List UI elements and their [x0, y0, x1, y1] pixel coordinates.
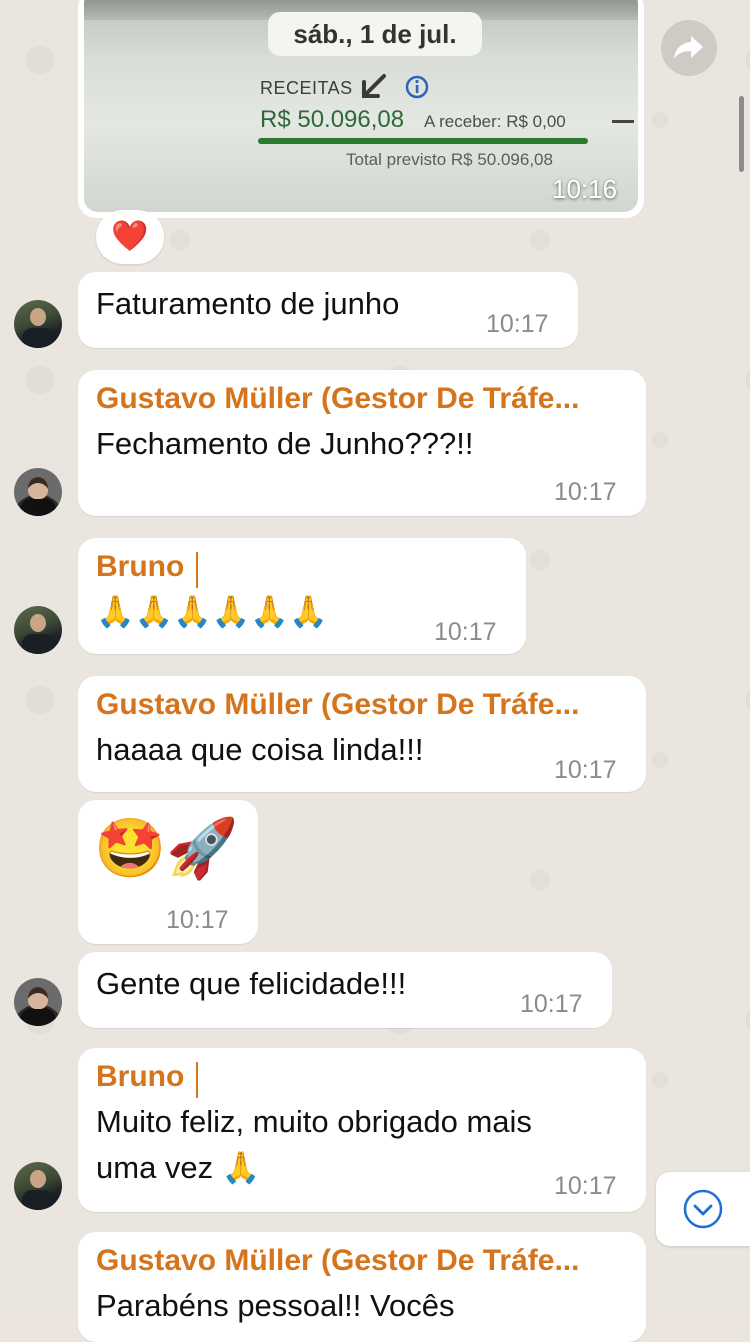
sender-name[interactable]: Bruno	[96, 550, 184, 584]
message-text: haaaa que coisa linda!!!	[96, 732, 424, 767]
message-text: Fechamento de Junho???!!	[96, 426, 474, 461]
message-bubble[interactable]: 🤩🚀 10:17	[78, 800, 258, 944]
message-text: 🙏🙏🙏🙏🙏🙏	[96, 594, 328, 629]
emoji-message: 🤩🚀	[94, 816, 239, 881]
date-chip-text: sáb., 1 de jul.	[293, 19, 457, 49]
sender-name[interactable]: Gustavo Müller (Gestor De Tráfe...	[96, 688, 579, 722]
message-bubble[interactable]: Faturamento de junho 10:17	[78, 272, 578, 348]
sender-name[interactable]: Bruno	[96, 1060, 184, 1094]
message-time: 10:17	[554, 1172, 617, 1200]
message-bubble[interactable]: Gustavo Müller (Gestor De Tráfe... Fecha…	[78, 370, 646, 516]
arrow-down-left-icon	[356, 70, 390, 109]
dash-mark	[612, 120, 634, 123]
sender-name[interactable]: Gustavo Müller (Gestor De Tráfe...	[96, 382, 579, 416]
heart-reaction: ❤️	[111, 220, 149, 253]
message-text-line-2: uma vez 🙏	[96, 1150, 261, 1185]
message-time: 10:17	[520, 990, 583, 1018]
redaction-mark	[196, 1062, 528, 1098]
avatar[interactable]	[14, 300, 62, 348]
image-message-bubble[interactable]: sáb., 1 de jul. RECEITAS R$ 50.096,08 A …	[78, 0, 644, 218]
message-bubble[interactable]: Gente que felicidade!!! 10:17	[78, 952, 612, 1028]
avatar[interactable]	[14, 468, 62, 516]
redaction-mark	[196, 552, 498, 588]
sender-name[interactable]: Gustavo Müller (Gestor De Tráfe...	[96, 1244, 579, 1278]
message-text: Faturamento de junho	[96, 286, 400, 321]
message-bubble[interactable]: Gustavo Müller (Gestor De Tráfe... Parab…	[78, 1232, 646, 1342]
message-time: 10:17	[166, 906, 229, 934]
image-message-photo[interactable]: sáb., 1 de jul. RECEITAS R$ 50.096,08 A …	[84, 0, 638, 212]
message-bubble[interactable]: Bruno Muito feliz, muito obrigado mais u…	[78, 1048, 646, 1212]
message-time: 10:17	[554, 478, 617, 506]
avatar[interactable]	[14, 1162, 62, 1210]
reaction-badge[interactable]: ❤️	[96, 210, 164, 264]
receitas-amount: R$ 50.096,08	[260, 106, 405, 133]
green-underline	[258, 138, 588, 144]
scrollbar-thumb[interactable]	[739, 96, 744, 172]
avatar[interactable]	[14, 978, 62, 1026]
message-text: Gente que felicidade!!!	[96, 966, 407, 1001]
date-chip: sáb., 1 de jul.	[268, 12, 482, 56]
receitas-label: RECEITAS	[260, 78, 353, 98]
info-icon	[404, 74, 430, 105]
message-time: 10:17	[486, 310, 549, 338]
total-previsto-text: Total previsto R$ 50.096,08	[346, 150, 553, 169]
avatar[interactable]	[14, 606, 62, 654]
forward-icon	[674, 36, 703, 59]
message-text: Parabéns pessoal!! Vocês	[96, 1288, 455, 1323]
message-text-line-1: Muito feliz, muito obrigado mais	[96, 1104, 532, 1139]
forward-button[interactable]	[661, 20, 717, 76]
image-time: 10:16	[552, 174, 618, 204]
a-receber-text: A receber: R$ 0,00	[424, 112, 566, 131]
scroll-down-button[interactable]	[656, 1172, 750, 1246]
message-bubble[interactable]: Gustavo Müller (Gestor De Tráfe... haaaa…	[78, 676, 646, 792]
message-bubble[interactable]: Bruno 🙏🙏🙏🙏🙏🙏 10:17	[78, 538, 526, 654]
message-time: 10:17	[554, 756, 617, 784]
scroll-down-icon	[683, 1189, 723, 1229]
message-time: 10:17	[434, 618, 497, 646]
